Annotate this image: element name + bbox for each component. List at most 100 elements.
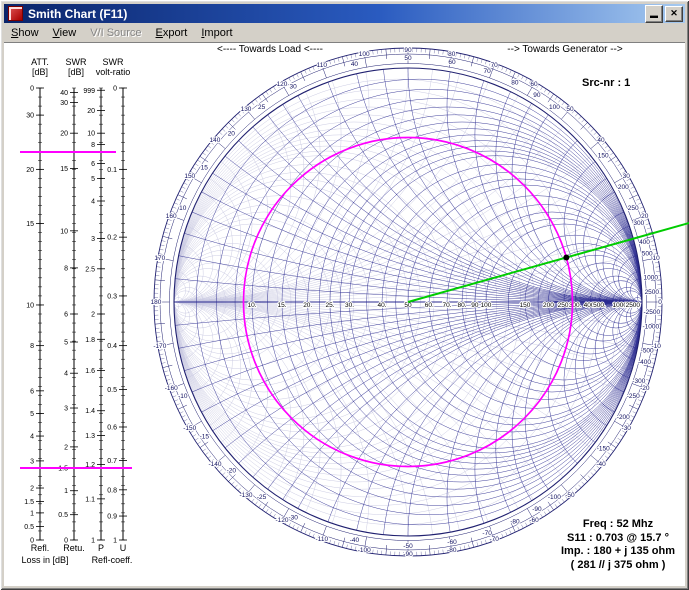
- svg-text:110: 110: [317, 62, 328, 69]
- svg-text:-10: -10: [178, 393, 188, 400]
- svg-text:2: 2: [30, 486, 34, 493]
- svg-text:10: 10: [60, 228, 68, 235]
- svg-text:400: 400: [639, 239, 650, 246]
- svg-text:15: 15: [26, 221, 34, 228]
- svg-text:500: 500: [642, 251, 653, 258]
- svg-text:60.: 60.: [425, 302, 434, 309]
- svg-text:60: 60: [530, 81, 538, 88]
- minimize-button[interactable]: ▬: [645, 5, 663, 23]
- svg-text:-30: -30: [288, 514, 298, 521]
- towards-generator-label: --> Towards Generator -->: [507, 44, 622, 55]
- svg-text:300: 300: [633, 220, 644, 227]
- svg-text:-150: -150: [183, 425, 196, 432]
- svg-text:30: 30: [290, 84, 298, 91]
- svg-text:15: 15: [201, 165, 209, 172]
- svg-text:0: 0: [30, 86, 34, 93]
- readout-impedance-parallel: ( 281 // j 375 ohm ): [543, 559, 689, 573]
- svg-text:10: 10: [87, 131, 95, 138]
- svg-text:200: 200: [618, 184, 629, 191]
- svg-text:0.5: 0.5: [24, 524, 34, 531]
- svg-text:-50: -50: [403, 543, 413, 550]
- svg-text:-300: -300: [632, 378, 645, 385]
- scale-header-swr-ratio: SWR volt-ratio: [84, 57, 142, 77]
- svg-text:20: 20: [228, 131, 236, 138]
- svg-text:140: 140: [210, 137, 221, 144]
- svg-text:40: 40: [597, 137, 605, 144]
- svg-text:15: 15: [60, 166, 68, 173]
- svg-text:-80: -80: [447, 547, 457, 554]
- svg-text:20: 20: [60, 131, 68, 138]
- scale-footer-retu: Retu.: [54, 543, 94, 553]
- svg-text:70: 70: [491, 62, 499, 69]
- svg-text:40: 40: [351, 61, 359, 68]
- svg-text:20.: 20.: [303, 302, 312, 309]
- svg-text:-30: -30: [622, 425, 632, 432]
- svg-text:2500: 2500: [626, 302, 641, 309]
- menu-item-export[interactable]: Export: [149, 25, 195, 41]
- svg-text:0.2: 0.2: [107, 235, 117, 242]
- readout-impedance: Imp. : 180 + j 135 ohm: [543, 545, 689, 559]
- svg-text:70.: 70.: [442, 302, 451, 309]
- svg-text:-120: -120: [275, 517, 288, 524]
- svg-text:1: 1: [64, 488, 68, 495]
- svg-text:4: 4: [64, 371, 68, 378]
- svg-text:0.6: 0.6: [107, 425, 117, 432]
- menu-item-view[interactable]: View: [46, 25, 84, 41]
- scale-header-att-line2: [dB]: [20, 67, 60, 77]
- svg-text:30: 30: [623, 173, 631, 180]
- svg-text:-150: -150: [597, 445, 610, 452]
- svg-text:-90: -90: [532, 506, 542, 513]
- svg-text:1000: 1000: [644, 275, 659, 282]
- window-title: Smith Chart (F11): [28, 7, 643, 21]
- svg-text:-130: -130: [240, 492, 253, 499]
- svg-text:120: 120: [277, 81, 288, 88]
- svg-text:-25: -25: [257, 494, 267, 501]
- towards-load-label: <---- Towards Load <----: [217, 44, 323, 55]
- svg-text:100: 100: [359, 51, 370, 58]
- svg-text:20: 20: [87, 108, 95, 115]
- svg-text:1.4: 1.4: [85, 408, 95, 415]
- svg-text:1.8: 1.8: [85, 337, 95, 344]
- app-icon: [8, 6, 23, 21]
- svg-text:130: 130: [241, 106, 252, 113]
- svg-text:90: 90: [404, 47, 412, 54]
- svg-text:-60: -60: [447, 539, 457, 546]
- svg-text:-2500: -2500: [643, 309, 660, 316]
- svg-text:40: 40: [60, 90, 68, 97]
- svg-text:150: 150: [598, 153, 609, 160]
- menu-item-import[interactable]: Import: [194, 25, 239, 41]
- svg-text:-20: -20: [640, 385, 650, 392]
- scale-header-swr-ratio-line1: SWR: [84, 57, 142, 67]
- menu-item-show[interactable]: Show: [4, 25, 46, 41]
- svg-text:-20: -20: [227, 467, 237, 474]
- svg-text:90: 90: [471, 302, 479, 309]
- svg-text:70: 70: [484, 68, 492, 75]
- readout-block: Freq : 52 Mhz S11 : 0.703 @ 15.7 ° Imp. …: [543, 518, 689, 572]
- svg-text:0.3: 0.3: [107, 293, 117, 300]
- svg-text:-80: -80: [510, 518, 520, 525]
- titlebar[interactable]: Smith Chart (F11) ▬ ✕: [4, 4, 685, 23]
- svg-text:60: 60: [448, 59, 456, 66]
- svg-text:30: 30: [26, 113, 34, 120]
- svg-text:10: 10: [26, 302, 34, 309]
- svg-text:250: 250: [628, 205, 639, 212]
- svg-text:3: 3: [91, 236, 95, 243]
- svg-text:160: 160: [166, 213, 177, 220]
- app-window: 0102030405060708090100110120130140150160…: [0, 0, 689, 590]
- svg-text:2: 2: [64, 444, 68, 451]
- svg-text:0.5: 0.5: [107, 387, 117, 394]
- svg-text:10.: 10.: [247, 302, 256, 309]
- svg-text:10: 10: [653, 255, 661, 262]
- close-button[interactable]: ✕: [665, 6, 683, 22]
- scale-header-att-line1: ATT.: [20, 57, 60, 67]
- svg-text:8: 8: [91, 142, 95, 149]
- svg-text:180: 180: [151, 299, 162, 306]
- svg-text:30.: 30.: [345, 302, 354, 309]
- scale-header-swr-ratio-line2: volt-ratio: [84, 67, 142, 77]
- svg-text:5: 5: [64, 340, 68, 347]
- svg-text:-70: -70: [482, 530, 492, 537]
- svg-text:-60: -60: [529, 517, 539, 524]
- svg-text:80: 80: [448, 51, 456, 58]
- svg-text:6: 6: [30, 388, 34, 395]
- svg-text:0.9: 0.9: [107, 514, 117, 521]
